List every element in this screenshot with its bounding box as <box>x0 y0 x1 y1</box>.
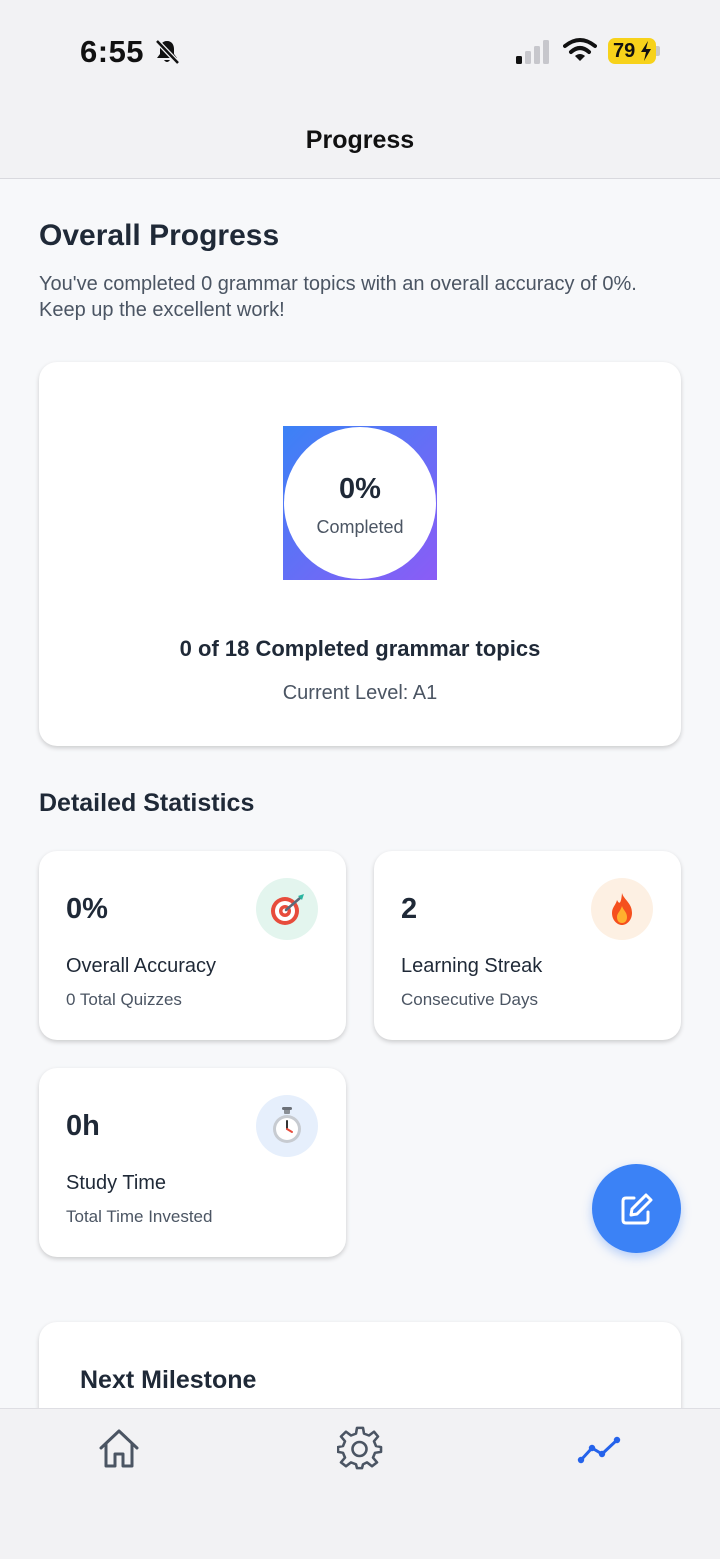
nav-header: Progress <box>0 100 720 179</box>
streak-value: 2 <box>401 893 418 925</box>
charging-bolt-icon <box>640 41 652 66</box>
overall-progress-description: You've completed 0 grammar topics with a… <box>39 273 637 321</box>
battery-cap <box>656 46 660 56</box>
battery-level: 79 <box>613 40 636 62</box>
status-time: 6:55 <box>80 34 145 69</box>
topics-summary: 0 of 18 Completed grammar topics <box>179 636 541 661</box>
progress-ring-center: 0% Completed <box>284 427 436 579</box>
page-header-title: Progress <box>305 126 415 154</box>
edit-icon <box>618 1190 656 1233</box>
study-time-value: 0h <box>66 1110 100 1142</box>
target-icon <box>256 878 318 940</box>
progress-label: Completed <box>316 517 404 537</box>
study-time-sub: Total Time Invested <box>66 1207 213 1226</box>
study-time-stat-card[interactable]: 0h Study Time Total Time Invested <box>39 1068 346 1257</box>
streak-stat-card[interactable]: 2 Learning Streak Consecutive Days <box>374 851 681 1040</box>
accuracy-label: Overall Accuracy <box>66 955 217 977</box>
next-milestone-title: Next Milestone <box>80 1366 257 1394</box>
accuracy-stat-card[interactable]: 0% Overall Accuracy 0 Total Quizzes <box>39 851 346 1040</box>
new-entry-fab[interactable] <box>592 1164 681 1253</box>
current-level: Current Level: A1 <box>282 682 438 704</box>
progress-ring: 0% Completed <box>283 426 437 580</box>
battery-indicator: 79 <box>608 38 656 64</box>
study-time-label: Study Time <box>66 1172 167 1194</box>
bell-muted-icon <box>154 38 180 71</box>
fire-icon <box>591 878 653 940</box>
detailed-statistics-title: Detailed Statistics <box>39 789 255 817</box>
tab-progress[interactable] <box>570 1421 630 1481</box>
cellular-signal-icon <box>516 40 552 69</box>
bottom-tab-bar <box>0 1408 720 1559</box>
wifi-icon <box>563 37 597 68</box>
overall-progress-card: 0% Completed 0 of 18 Completed grammar t… <box>39 362 681 746</box>
stopwatch-icon <box>256 1095 318 1157</box>
tab-home[interactable] <box>89 1421 149 1481</box>
streak-sub: Consecutive Days <box>401 990 539 1009</box>
accuracy-sub: 0 Total Quizzes <box>66 990 182 1009</box>
gear-icon <box>336 1426 383 1477</box>
tab-settings[interactable] <box>330 1421 390 1481</box>
trend-chart-icon <box>577 1426 623 1477</box>
accuracy-value: 0% <box>66 893 108 925</box>
status-bar: 6:55 79 <box>0 0 720 100</box>
progress-percent: 0% <box>339 473 381 505</box>
overall-progress-title: Overall Progress <box>39 219 280 252</box>
home-icon <box>96 1426 142 1477</box>
streak-label: Learning Streak <box>401 955 543 977</box>
